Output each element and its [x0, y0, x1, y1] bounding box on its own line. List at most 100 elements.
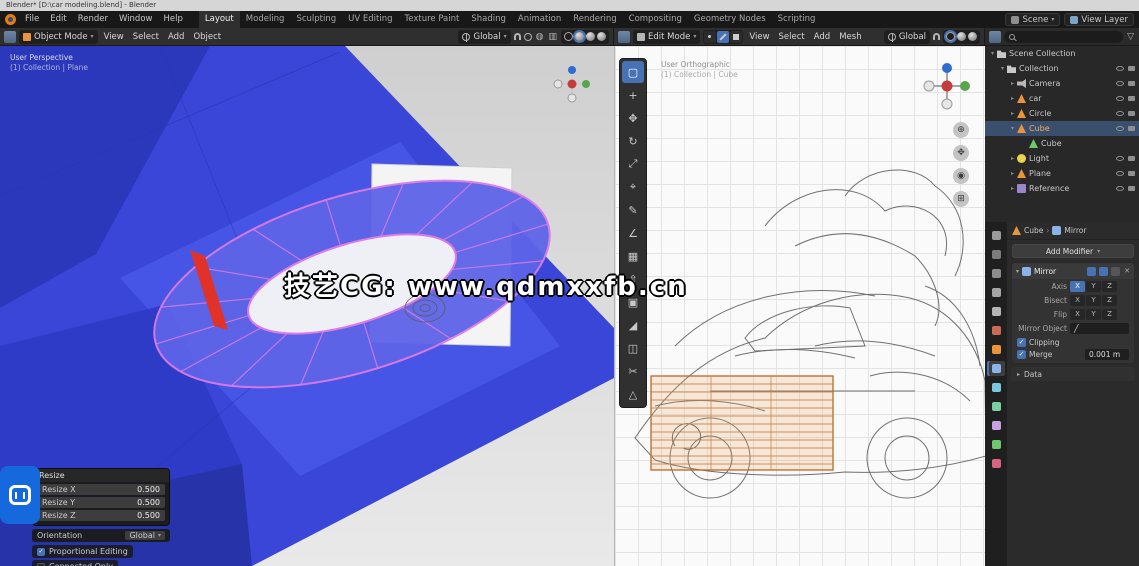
disable-render-icon[interactable]	[1128, 126, 1135, 131]
bisect-x-button[interactable]: X	[1070, 294, 1085, 306]
menu-add[interactable]: Add	[811, 32, 833, 42]
menu-window[interactable]: Window	[114, 12, 158, 27]
hide-viewport-icon[interactable]	[1116, 171, 1124, 176]
flip-z-button[interactable]: Z	[1102, 308, 1117, 320]
flip-x-button[interactable]: X	[1070, 308, 1085, 320]
properties-tab-constraints[interactable]	[987, 418, 1005, 433]
menu-file[interactable]: File	[20, 12, 44, 27]
expand-arrow[interactable]: ▾	[1016, 268, 1019, 275]
outliner-row[interactable]: ▸ Reference	[985, 181, 1139, 196]
tool-annotate[interactable]: ✎	[622, 199, 644, 221]
outliner-row[interactable]: ▸ Camera	[985, 76, 1139, 91]
workspace-tab-modeling[interactable]: Modeling	[240, 11, 291, 28]
operator-panel-title[interactable]: Resize	[33, 469, 169, 482]
menu-edit[interactable]: Edit	[45, 12, 71, 27]
axis-y-button[interactable]: Y	[1086, 280, 1101, 292]
disclosure-arrow[interactable]: ▸	[1008, 170, 1017, 177]
window-titlebar[interactable]: Blender* [D:\car modeling.blend] - Blend…	[0, 0, 1139, 11]
snap-magnet-icon[interactable]	[933, 33, 940, 40]
outliner-row[interactable]: Cube	[985, 136, 1139, 151]
bisect-y-button[interactable]: Y	[1086, 294, 1101, 306]
bisect-z-button[interactable]: Z	[1102, 294, 1117, 306]
hide-viewport-icon[interactable]	[1116, 111, 1124, 116]
orientation-dropdown[interactable]: Global ▾	[125, 531, 165, 540]
workspace-tab-rendering[interactable]: Rendering	[567, 11, 622, 28]
resize-x-field[interactable]: Resize X 0.500	[37, 484, 165, 495]
menu-add[interactable]: Add	[165, 32, 187, 42]
connected-only-option[interactable]: Connected Only	[32, 560, 118, 566]
rendered-shading-icon[interactable]	[597, 32, 606, 41]
remove-modifier-button[interactable]: ✕	[1123, 267, 1130, 275]
outliner-row[interactable]: ▾ Collection	[985, 61, 1139, 76]
flip-y-button[interactable]: Y	[1086, 308, 1101, 320]
edge-mode-button[interactable]	[717, 30, 730, 43]
mode-dropdown[interactable]: Object Mode ▾	[19, 29, 98, 44]
disable-render-icon[interactable]	[1128, 186, 1135, 191]
resize-y-field[interactable]: Resize Y 0.500	[37, 497, 165, 508]
tool-cursor[interactable]: +	[622, 84, 644, 106]
solid-shading-icon[interactable]	[957, 32, 966, 41]
properties-tab-world[interactable]	[987, 323, 1005, 338]
workspace-tab-layout[interactable]: Layout	[198, 11, 240, 28]
workspace-tab-compositing[interactable]: Compositing	[623, 11, 688, 28]
camera-view-icon[interactable]: ◉	[953, 168, 969, 184]
mode-dropdown[interactable]: Edit Mode ▾	[633, 29, 701, 44]
tool-transform[interactable]: ⌖	[622, 176, 644, 198]
outliner-row[interactable]: ▸ Circle	[985, 106, 1139, 121]
clipping-checkbox[interactable]: ✓	[1017, 337, 1026, 347]
workspace-tab-sculpting[interactable]: Sculpting	[290, 11, 342, 28]
wireframe-shading-icon[interactable]	[946, 32, 955, 41]
tool-select-box[interactable]: ▢	[622, 61, 644, 83]
material-shading-icon[interactable]	[586, 32, 595, 41]
disable-render-icon[interactable]	[1128, 66, 1135, 71]
transform-orientation-dropdown[interactable]: Global ▾	[458, 29, 511, 44]
disable-render-icon[interactable]	[1128, 171, 1135, 176]
outliner-row-selected[interactable]: ▾ Cube	[985, 121, 1139, 136]
workspace-tab-animation[interactable]: Animation	[512, 11, 567, 28]
menu-view[interactable]: View	[101, 32, 127, 42]
view-layer-selector[interactable]: View Layer	[1064, 13, 1134, 26]
disclosure-arrow[interactable]: ▾	[998, 65, 1007, 72]
tool-measure[interactable]: ∠	[622, 222, 644, 244]
properties-tab-view-layer[interactable]	[987, 285, 1005, 300]
properties-tab-material[interactable]	[987, 456, 1005, 471]
xray-icon[interactable]: ▥	[547, 30, 558, 44]
snap-magnet-icon[interactable]	[513, 33, 521, 40]
hide-viewport-icon[interactable]	[1116, 96, 1124, 101]
blender-logo-icon[interactable]	[5, 14, 16, 25]
zoom-icon[interactable]: ⊕	[953, 122, 969, 138]
properties-tab-particles[interactable]	[987, 380, 1005, 395]
merge-threshold-field[interactable]: 0.001 m	[1085, 349, 1129, 360]
editor-type-icon[interactable]	[618, 30, 630, 43]
hide-viewport-icon[interactable]	[1116, 126, 1124, 131]
workspace-tab-texture-paint[interactable]: Texture Paint	[399, 11, 466, 28]
disable-render-icon[interactable]	[1128, 96, 1135, 101]
outliner-row[interactable]: ▸ Light	[985, 151, 1139, 166]
display-render-toggle[interactable]	[1111, 266, 1121, 276]
mirror-object-field[interactable]: ╱	[1070, 322, 1129, 334]
menu-select[interactable]: Select	[130, 32, 162, 42]
merge-checkbox[interactable]: ✓	[1017, 350, 1026, 359]
properties-tab-render[interactable]	[987, 247, 1005, 262]
tool-rotate[interactable]: ↻	[622, 130, 644, 152]
disclosure-arrow[interactable]: ▸	[1008, 80, 1017, 87]
outliner-search-input[interactable]	[1004, 30, 1124, 43]
disclosure-arrow[interactable]: ▾	[988, 50, 997, 57]
disable-render-icon[interactable]	[1128, 156, 1135, 161]
workspace-tab-geometry-nodes[interactable]: Geometry Nodes	[688, 11, 772, 28]
resize-z-field[interactable]: Resize Z 0.500	[37, 510, 165, 521]
breadcrumb-modifier[interactable]: Mirror	[1064, 226, 1086, 235]
menu-render[interactable]: Render	[73, 12, 113, 27]
disclosure-arrow[interactable]: ▾	[1008, 125, 1017, 132]
material-shading-icon[interactable]	[968, 32, 977, 41]
disclosure-arrow[interactable]: ▸	[1008, 95, 1017, 102]
tool-knife[interactable]: ✂	[622, 360, 644, 382]
menu-object[interactable]: Object	[190, 32, 224, 42]
disclosure-arrow[interactable]: ▸	[1008, 110, 1017, 117]
editor-type-icon[interactable]	[4, 30, 16, 43]
disable-render-icon[interactable]	[1128, 81, 1135, 86]
scene-selector[interactable]: Scene ▾	[1005, 13, 1061, 26]
data-section-header[interactable]: ▸ Data	[1011, 367, 1135, 381]
breadcrumb-object[interactable]: Cube	[1024, 226, 1043, 235]
properties-tab-tool[interactable]	[987, 228, 1005, 243]
